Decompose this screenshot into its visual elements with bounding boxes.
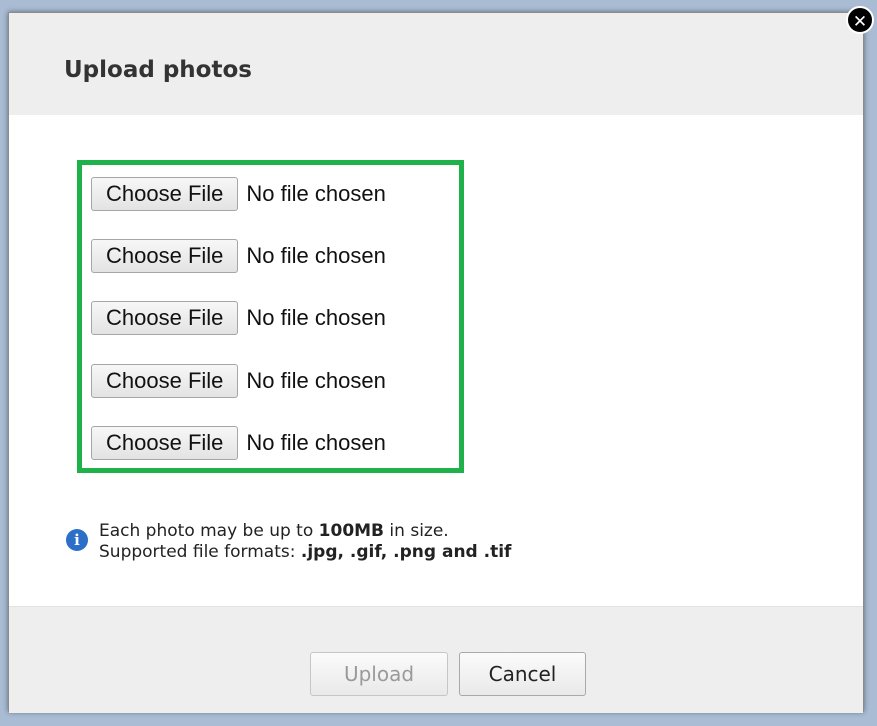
file-input-row[interactable]: Choose File No file chosen (91, 175, 386, 213)
size-limit-value: 100MB (318, 521, 385, 541)
choose-file-button[interactable]: Choose File (91, 426, 239, 460)
choose-file-button[interactable]: Choose File (91, 301, 239, 335)
upload-button[interactable]: Upload (310, 652, 448, 696)
choose-file-button[interactable]: Choose File (91, 177, 239, 211)
upload-info-text: Each photo may be up to 100MB in size. S… (99, 521, 511, 563)
dialog-header: Upload photos (9, 13, 863, 115)
choose-file-button[interactable]: Choose File (91, 364, 239, 398)
dialog-footer: Upload Cancel (9, 606, 863, 713)
file-inputs-group: Choose File No file chosen Choose File N… (77, 160, 464, 473)
cancel-button[interactable]: Cancel (459, 652, 586, 696)
info-icon: i (66, 529, 88, 551)
file-status-text: No file chosen (246, 368, 386, 393)
file-status-text: No file chosen (246, 181, 386, 206)
formats-line: Supported file formats: .jpg, .gif, .png… (99, 542, 512, 562)
formats-value: .jpg, .gif, .png and .tif (300, 542, 512, 562)
file-input-row[interactable]: Choose File No file chosen (91, 237, 386, 275)
file-input-row[interactable]: Choose File No file chosen (91, 424, 386, 462)
choose-file-button[interactable]: Choose File (91, 239, 239, 273)
file-status-text: No file chosen (246, 430, 386, 455)
close-icon[interactable]: ✕ (846, 6, 874, 34)
file-status-text: No file chosen (246, 305, 386, 330)
file-input-row[interactable]: Choose File No file chosen (91, 299, 386, 337)
upload-photos-dialog: Upload photos Choose File No file chosen… (8, 12, 864, 713)
file-input-row[interactable]: Choose File No file chosen (91, 362, 386, 400)
size-limit-line: Each photo may be up to 100MB in size. (99, 521, 449, 541)
dialog-title: Upload photos (64, 57, 252, 83)
file-status-text: No file chosen (246, 243, 386, 268)
